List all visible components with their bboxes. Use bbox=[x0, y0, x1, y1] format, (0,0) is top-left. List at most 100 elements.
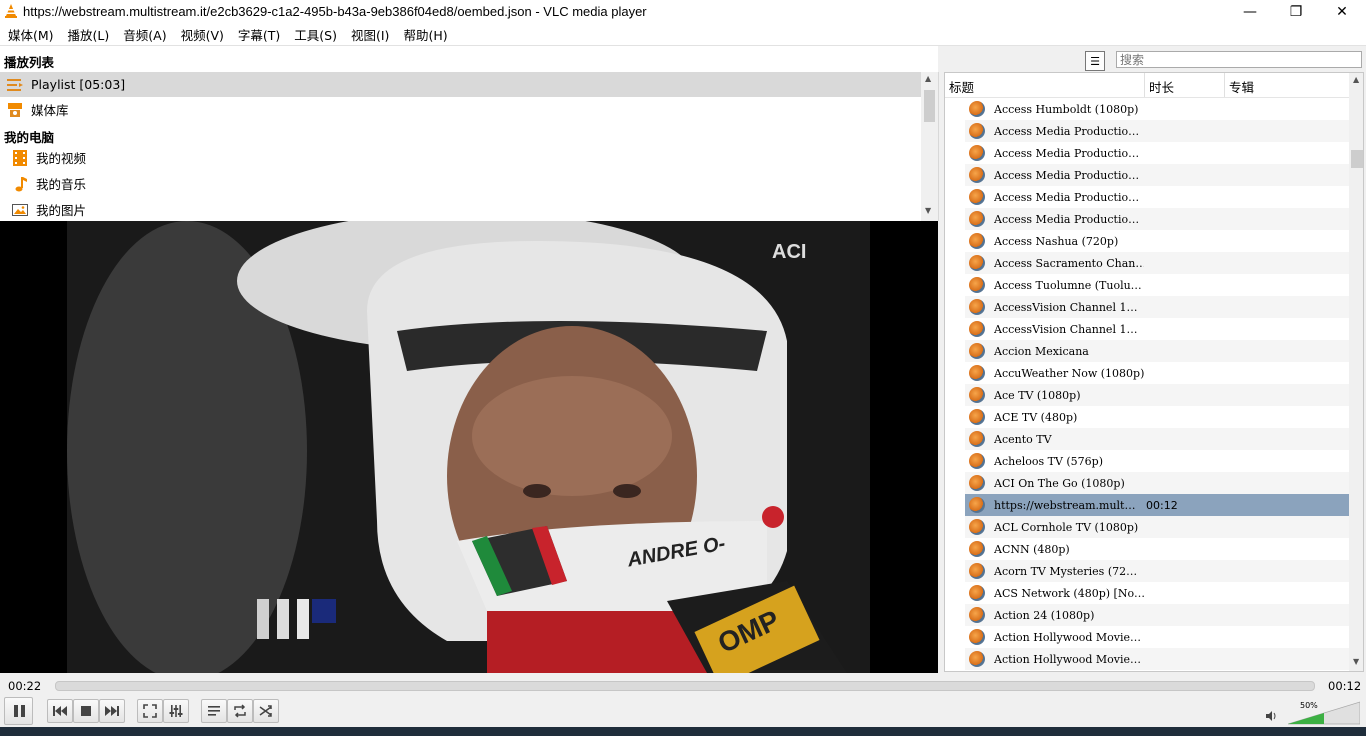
elapsed-time[interactable]: 00:22 bbox=[8, 679, 41, 693]
playlist-row[interactable]: ACE TV (480p) bbox=[965, 406, 1349, 428]
video-frame: ACI ANDRE O- OMP bbox=[67, 221, 870, 673]
network-stream-icon bbox=[969, 343, 985, 359]
list-view-icon: ☰ bbox=[1090, 54, 1100, 68]
shuffle-button[interactable] bbox=[253, 699, 279, 723]
column-title[interactable]: 标题 bbox=[949, 77, 974, 96]
column-album[interactable]: 专辑 bbox=[1229, 77, 1254, 96]
list-view-button[interactable]: ☰ bbox=[1085, 51, 1105, 71]
picture-icon bbox=[12, 202, 28, 218]
playlist-row-duration: 00:12 bbox=[1146, 498, 1178, 512]
playlist-toggle-button[interactable] bbox=[201, 699, 227, 723]
maximize-button[interactable]: ❐ bbox=[1273, 0, 1319, 23]
playlist-row-title: Acorn TV Mysteries (72… bbox=[994, 564, 1138, 578]
channel-logo: ACI bbox=[772, 241, 807, 263]
menu-view[interactable]: 视图(I) bbox=[343, 25, 395, 44]
playlist-row-title: Access Media Productio… bbox=[994, 146, 1140, 160]
total-time[interactable]: 00:12 bbox=[1328, 679, 1361, 693]
menu-media[interactable]: 媒体(M) bbox=[0, 25, 60, 44]
stop-button[interactable] bbox=[73, 699, 99, 723]
loop-icon bbox=[234, 704, 246, 718]
video-output[interactable]: ACI ANDRE O- OMP bbox=[0, 221, 938, 673]
my-computer-header: 我的电脑 bbox=[4, 130, 55, 145]
sidebar-header: 播放列表 bbox=[4, 55, 55, 70]
playlist-row[interactable]: ACNN (480p) bbox=[965, 538, 1349, 560]
menu-subtitle[interactable]: 字幕(T) bbox=[230, 25, 286, 44]
menu-audio[interactable]: 音频(A) bbox=[115, 25, 172, 44]
playlist-row[interactable]: Action Hollywood Movie… bbox=[965, 626, 1349, 648]
playlist-row[interactable]: AccuWeather Now (1080p) bbox=[965, 362, 1349, 384]
playlist-row[interactable]: Access Media Productio… bbox=[965, 164, 1349, 186]
playlist-scrollbar[interactable]: ▲ ▼ bbox=[1349, 73, 1363, 671]
scroll-down-icon[interactable]: ▼ bbox=[1353, 657, 1359, 666]
playlist-row-title: Ace TV (1080p) bbox=[994, 388, 1081, 402]
scroll-down-icon[interactable]: ▼ bbox=[925, 206, 931, 215]
playlist-row[interactable]: https://webstream.mult… 00:12 bbox=[965, 494, 1349, 516]
playlist-row-title: Acento TV bbox=[994, 432, 1052, 446]
scroll-up-icon[interactable]: ▲ bbox=[925, 74, 931, 83]
menu-tools[interactable]: 工具(S) bbox=[286, 25, 343, 44]
minimize-button[interactable]: — bbox=[1227, 0, 1273, 23]
playlist-row[interactable]: AccessVision Channel 1… bbox=[965, 318, 1349, 340]
loop-button[interactable] bbox=[227, 699, 253, 723]
playlist-row[interactable]: Acheloos TV (576p) bbox=[965, 450, 1349, 472]
fullscreen-button[interactable] bbox=[137, 699, 163, 723]
playlist-row[interactable]: Acorn TV Mysteries (72… bbox=[965, 560, 1349, 582]
network-stream-icon bbox=[969, 519, 985, 535]
menu-video[interactable]: 视频(V) bbox=[173, 25, 230, 44]
playlist-row[interactable]: Acento TV bbox=[965, 428, 1349, 450]
playlist-view: 标题 时长 专辑 Access Humboldt (1080p) Access M… bbox=[944, 72, 1364, 672]
close-button[interactable]: ✕ bbox=[1319, 0, 1365, 23]
playlist-row[interactable]: Action 24 (1080p) bbox=[965, 604, 1349, 626]
playlist-row[interactable]: Ace TV (1080p) bbox=[965, 384, 1349, 406]
scroll-up-icon[interactable]: ▲ bbox=[1353, 75, 1359, 84]
sidebar-item-playlist[interactable]: Playlist [05:03] bbox=[0, 72, 921, 97]
scroll-thumb[interactable] bbox=[924, 90, 935, 122]
next-button[interactable] bbox=[99, 699, 125, 723]
network-stream-icon bbox=[969, 255, 985, 271]
playlist-row[interactable]: Access Sacramento Chan… bbox=[965, 252, 1349, 274]
seek-slider[interactable] bbox=[55, 681, 1315, 691]
sidebar-item-pictures[interactable]: 我的图片 bbox=[0, 197, 921, 222]
playlist-row-title: Access Nashua (720p) bbox=[994, 234, 1119, 248]
sidebar-item-label: 我的视频 bbox=[36, 151, 87, 166]
pause-button[interactable] bbox=[4, 697, 33, 725]
column-separator[interactable] bbox=[1224, 73, 1225, 97]
menu-playback[interactable]: 播放(L) bbox=[60, 25, 116, 44]
previous-button[interactable] bbox=[47, 699, 73, 723]
playlist-row[interactable]: Access Humboldt (1080p) bbox=[965, 98, 1349, 120]
network-stream-icon bbox=[969, 453, 985, 469]
playlist-row[interactable]: AccessVision Channel 1… bbox=[965, 296, 1349, 318]
extended-settings-button[interactable] bbox=[163, 699, 189, 723]
sidebar-scrollbar[interactable]: ▲ ▼ bbox=[921, 72, 938, 221]
column-duration[interactable]: 时长 bbox=[1149, 77, 1174, 96]
volume-slider[interactable] bbox=[1288, 701, 1360, 725]
network-stream-icon bbox=[969, 299, 985, 315]
playlist-row[interactable]: Accion Mexicana bbox=[965, 340, 1349, 362]
playlist-row[interactable]: ACI On The Go (1080p) bbox=[965, 472, 1349, 494]
sidebar: 播放列表 Playlist [05:03] 媒体库 我的电脑 我的视频 我的音乐… bbox=[0, 46, 939, 221]
playlist-row[interactable]: Access Media Productio… bbox=[965, 208, 1349, 230]
equalizer-icon bbox=[169, 705, 183, 717]
playlist-row[interactable]: Access Media Productio… bbox=[965, 120, 1349, 142]
sidebar-item-music[interactable]: 我的音乐 bbox=[0, 171, 921, 196]
playlist-row[interactable]: ACS Network (480p) [No… bbox=[965, 582, 1349, 604]
playlist-row[interactable]: ACL Cornhole TV (1080p) bbox=[965, 516, 1349, 538]
previous-icon bbox=[53, 706, 67, 716]
stop-icon bbox=[81, 706, 91, 716]
playlist-row[interactable]: Access Tuolumne (Tuolu… bbox=[965, 274, 1349, 296]
scroll-thumb[interactable] bbox=[1351, 150, 1363, 168]
menu-help[interactable]: 帮助(H) bbox=[395, 25, 453, 44]
playlist-row[interactable]: Access Nashua (720p) bbox=[965, 230, 1349, 252]
playlist-row[interactable]: Access Media Productio… bbox=[965, 142, 1349, 164]
network-stream-icon bbox=[969, 387, 985, 403]
sidebar-item-library[interactable]: 媒体库 bbox=[0, 97, 921, 122]
sidebar-item-label: 媒体库 bbox=[31, 103, 69, 118]
pause-icon bbox=[13, 705, 25, 717]
column-separator[interactable] bbox=[1144, 73, 1145, 97]
sidebar-item-videos[interactable]: 我的视频 bbox=[0, 145, 921, 170]
speaker-icon[interactable] bbox=[1265, 710, 1277, 725]
playlist-icon bbox=[7, 77, 23, 93]
search-input[interactable] bbox=[1116, 51, 1362, 68]
playlist-row[interactable]: Action Hollywood Movie… bbox=[965, 648, 1349, 670]
playlist-row[interactable]: Access Media Productio… bbox=[965, 186, 1349, 208]
